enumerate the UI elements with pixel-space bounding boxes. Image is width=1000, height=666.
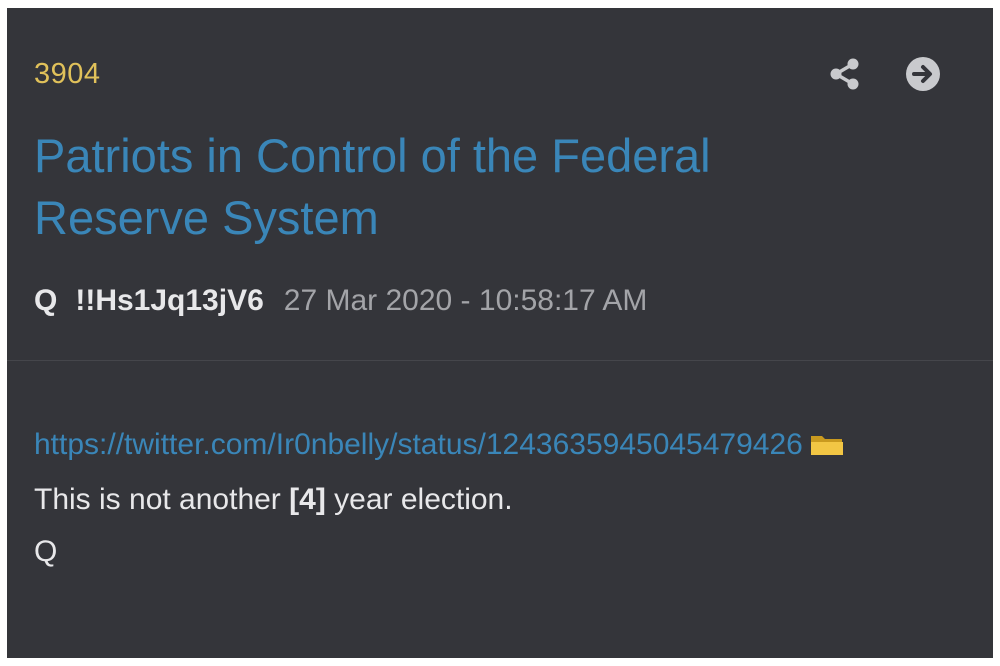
post-signature: Q bbox=[34, 535, 58, 568]
divider bbox=[7, 360, 993, 361]
post-meta: Q !!Hs1Jq13jV6 27 Mar 2020 - 10:58:17 AM bbox=[34, 284, 647, 318]
folder-icon[interactable] bbox=[809, 422, 845, 474]
arrow-right-circle-icon bbox=[906, 57, 940, 91]
open-post-button[interactable] bbox=[903, 54, 943, 94]
post-message: This is not another [4] year election. bbox=[34, 474, 954, 526]
post-title: Patriots in Control of the Federal Reser… bbox=[34, 129, 711, 244]
message-bold: [4] bbox=[289, 483, 326, 516]
twitter-link[interactable]: https://twitter.com/Ir0nbelly/status/124… bbox=[34, 419, 954, 474]
author-tripcode: !!Hs1Jq13jV6 bbox=[75, 284, 264, 317]
post-timestamp: 27 Mar 2020 - 10:58:17 AM bbox=[283, 284, 648, 317]
author-name: Q bbox=[34, 284, 58, 317]
share-button[interactable] bbox=[825, 54, 865, 94]
twitter-link-text: https://twitter.com/Ir0nbelly/status/124… bbox=[34, 428, 803, 461]
post-number: 3904 bbox=[34, 58, 101, 90]
message-suffix: year election. bbox=[325, 483, 513, 516]
post-body: https://twitter.com/Ir0nbelly/status/124… bbox=[34, 419, 954, 578]
share-icon bbox=[830, 58, 859, 90]
message-prefix: This is not another bbox=[34, 483, 290, 516]
post-card: 3904 Patriots in Control of the Federal … bbox=[7, 8, 993, 658]
post-actions bbox=[825, 54, 943, 94]
